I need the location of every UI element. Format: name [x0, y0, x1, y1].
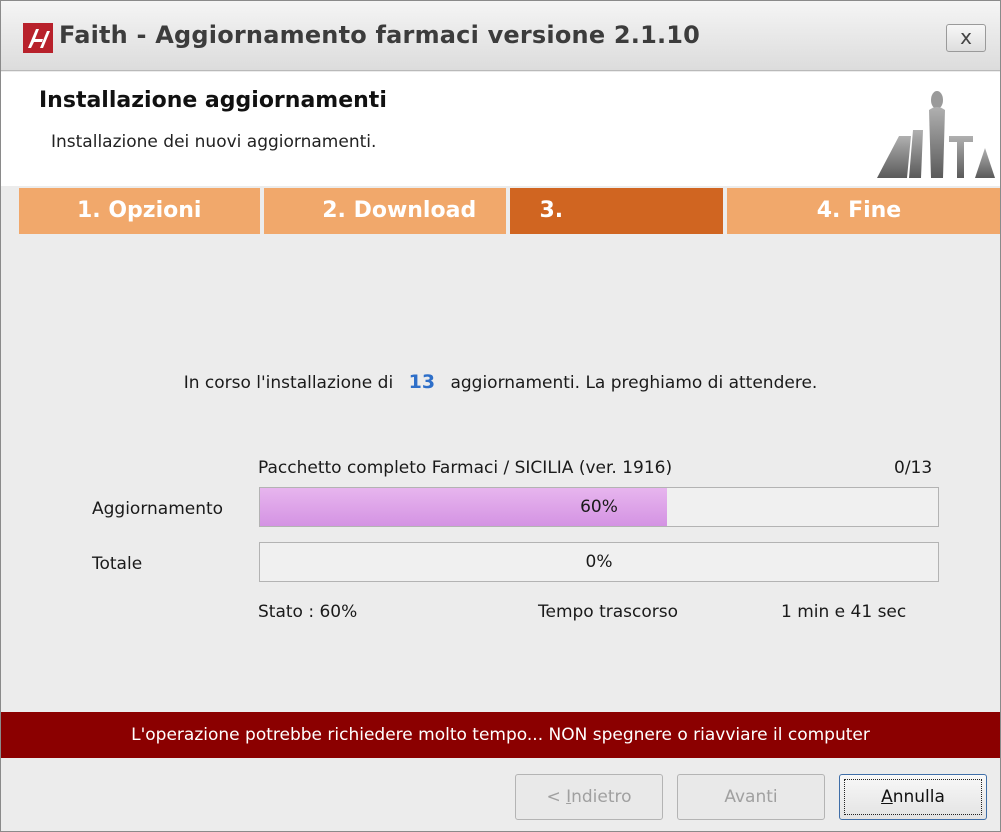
step-installation: 3. Installazione: [509, 188, 723, 269]
cancel-button[interactable]: Annulla: [839, 774, 987, 820]
step-download: 2. Download: [264, 188, 506, 234]
update-progress-percent: 60%: [580, 497, 618, 517]
warning-banner: L'operazione potrebbe richiedere molto t…: [1, 712, 1000, 758]
faith-app-icon: [23, 23, 53, 53]
page-subtitle: Installazione dei nuovi aggiornamenti.: [51, 132, 377, 152]
update-progress-bar: 60%: [259, 487, 939, 527]
total-progress-bar: 0%: [259, 542, 939, 582]
status-text: Stato : 60%: [258, 602, 358, 622]
total-progress-label: Totale: [92, 554, 143, 574]
back-button[interactable]: < Indietro: [515, 774, 663, 820]
cancel-button-label: nnulla: [892, 787, 945, 807]
next-button-label: Avanti: [724, 787, 778, 807]
installer-window: Faith - Aggiornamento farmaci versione 2…: [0, 0, 1001, 832]
install-message: In corso l'installazione di 13 aggiornam…: [1, 371, 1000, 393]
elapsed-time-label: Tempo trascorso: [538, 602, 679, 622]
back-button-prefix: <: [546, 787, 567, 807]
faith-logo: [869, 78, 997, 184]
elapsed-time-value: 1 min e 41 sec: [781, 602, 907, 622]
next-button[interactable]: Avanti: [677, 774, 825, 820]
update-count: 13: [408, 371, 436, 393]
back-button-label: ndietro: [571, 787, 632, 807]
package-counter: 0/13: [894, 458, 933, 478]
package-name: Pacchetto completo Farmaci / SICILIA (ve…: [258, 458, 673, 478]
total-progress-percent: 0%: [585, 552, 613, 572]
wizard-steps: 1. Opzioni 2. Download 3. Installazione …: [19, 188, 1000, 269]
close-icon: x: [960, 25, 972, 49]
title-bar: Faith - Aggiornamento farmaci versione 2…: [1, 1, 1000, 71]
install-content: In corso l'installazione di 13 aggiornam…: [1, 234, 1000, 712]
cancel-button-focus: Annulla: [844, 779, 982, 815]
step-options: 1. Opzioni: [19, 188, 261, 234]
window-title: Faith - Aggiornamento farmaci versione 2…: [59, 21, 701, 49]
install-message-prefix: In corso l'installazione di: [183, 373, 394, 393]
install-message-suffix: aggiornamenti. La preghiamo di attendere…: [450, 373, 818, 393]
cancel-button-mnemonic: A: [881, 787, 893, 807]
wizard-header: Installazione aggiornamenti Installazion…: [1, 72, 1000, 186]
step-finish: 4. Fine: [726, 188, 1000, 234]
page-title: Installazione aggiornamenti: [39, 88, 387, 113]
wizard-footer: < Indietro Avanti Annulla: [1, 758, 1000, 831]
close-button[interactable]: x: [946, 24, 986, 52]
update-progress-label: Aggiornamento: [92, 499, 224, 519]
